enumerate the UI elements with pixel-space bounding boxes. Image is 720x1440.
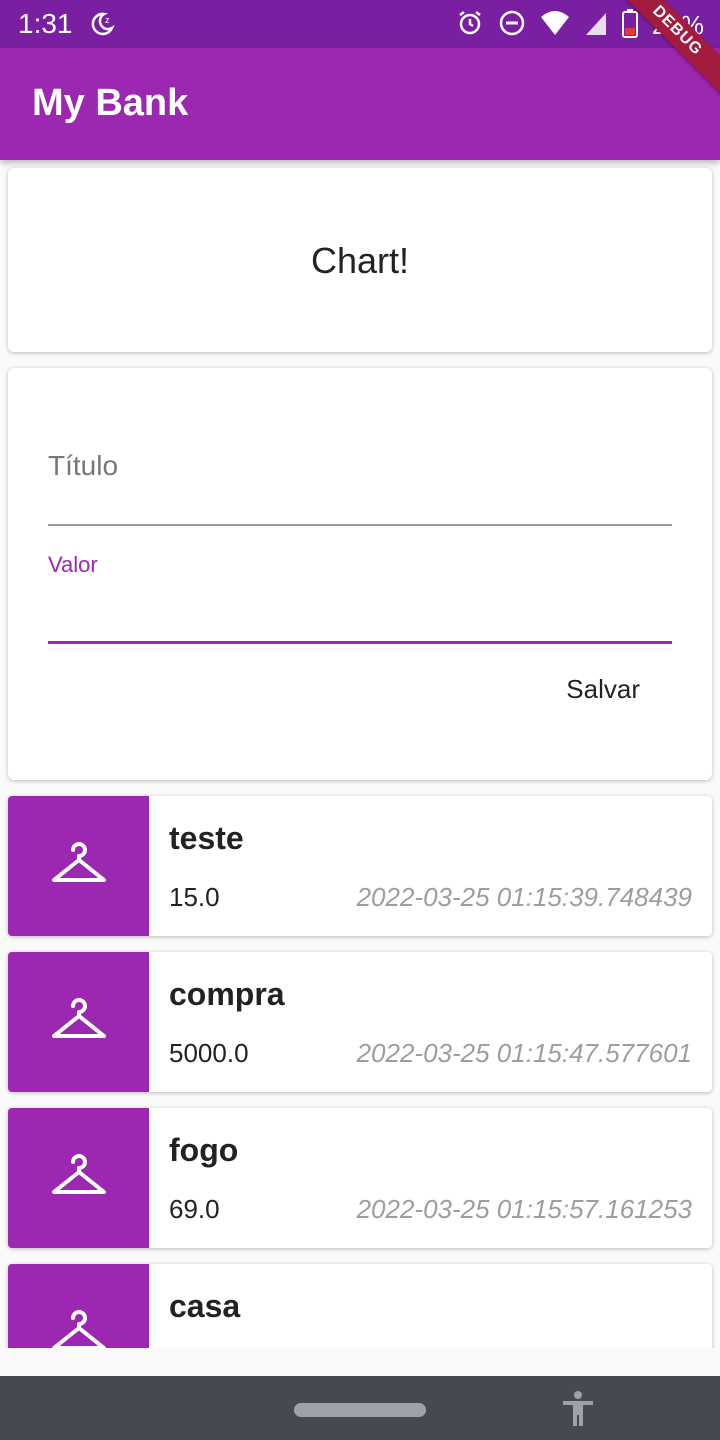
transaction-form: Título Valor Salvar xyxy=(8,368,712,780)
hanger-icon xyxy=(51,841,107,891)
transaction-date: 2022-03-25 01:15:47.577601 xyxy=(356,1038,692,1068)
transaction-value: 15.0 xyxy=(169,882,220,912)
debug-banner: DEBUG xyxy=(607,0,720,101)
transaction-card: teste 15.0 2022-03-25 01:15:39.748439 xyxy=(8,796,712,936)
svg-text:z: z xyxy=(105,15,110,25)
do-not-disturb-moon-icon: z xyxy=(88,10,116,43)
transaction-icon-box xyxy=(8,1264,149,1348)
list-clip: casa xyxy=(0,1256,720,1348)
transaction-card: compra 5000.0 2022-03-25 01:15:47.577601 xyxy=(8,952,712,1092)
transaction-date: 2022-03-25 01:15:57.161253 xyxy=(356,1194,692,1224)
chart-placeholder-text: Chart! xyxy=(310,240,410,281)
value-input[interactable] xyxy=(48,582,672,638)
transaction-date: 2022-03-25 01:15:39.748439 xyxy=(356,882,692,912)
debug-banner-container: DEBUG xyxy=(600,0,720,120)
title-input[interactable]: Título xyxy=(48,450,118,482)
transaction-title: teste xyxy=(169,820,244,856)
home-gesture-handle[interactable] xyxy=(294,1403,426,1417)
transaction-icon-box xyxy=(8,796,149,936)
app-title: My Bank xyxy=(32,82,189,124)
value-input-underline xyxy=(48,641,672,644)
hanger-icon xyxy=(51,997,107,1047)
transaction-card: casa xyxy=(8,1264,712,1348)
hanger-icon xyxy=(51,1153,107,1203)
value-input-label: Valor xyxy=(48,552,98,577)
alarm-icon xyxy=(456,9,484,42)
transaction-value: 69.0 xyxy=(169,1194,220,1224)
transaction-value: 5000.0 xyxy=(169,1038,249,1068)
dnd-icon xyxy=(498,9,526,42)
save-button[interactable]: Salvar xyxy=(566,674,640,705)
transaction-icon-box xyxy=(8,1108,149,1248)
transaction-icon-box xyxy=(8,952,149,1092)
title-input-underline xyxy=(48,524,672,526)
transaction-card: fogo 69.0 2022-03-25 01:15:57.161253 xyxy=(8,1108,712,1248)
wifi-icon xyxy=(540,9,570,42)
accessibility-icon[interactable] xyxy=(560,1390,596,1433)
transaction-title: compra xyxy=(169,976,285,1012)
hanger-icon xyxy=(51,1309,107,1348)
transaction-title: fogo xyxy=(169,1132,239,1168)
transaction-title: casa xyxy=(169,1288,241,1324)
status-time: 1:31 xyxy=(18,8,73,39)
chart-card: Chart! xyxy=(8,168,712,352)
navigation-bar xyxy=(0,1376,720,1440)
